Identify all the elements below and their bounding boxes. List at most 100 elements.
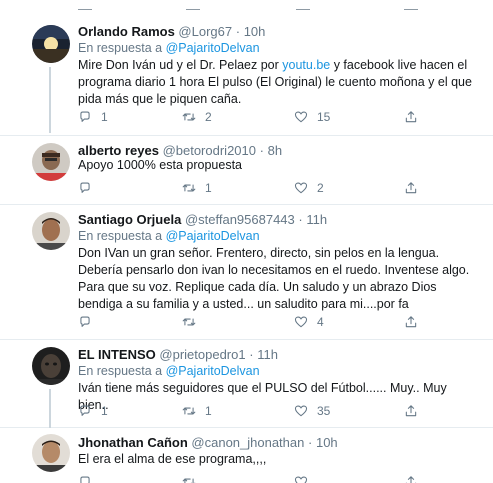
like-count: 15: [317, 110, 331, 124]
reply-count: 1: [101, 110, 108, 124]
like-count: 2: [317, 181, 324, 195]
reply-prefix: En respuesta a: [78, 41, 163, 55]
reply-button[interactable]: 1: [78, 109, 108, 125]
tweet-header: Orlando Ramos @Lorg67 · 10h: [78, 24, 265, 40]
tweet-actions: 1 2: [78, 180, 478, 196]
reply-button[interactable]: 1: [78, 403, 108, 419]
tweet[interactable]: Orlando Ramos @Lorg67 · 10h En respuesta…: [0, 15, 493, 136]
reply-count: 1: [101, 404, 108, 418]
share-button[interactable]: [404, 314, 418, 330]
share-button[interactable]: [404, 109, 418, 125]
timestamp[interactable]: 10h: [316, 435, 338, 450]
avatar[interactable]: [32, 25, 70, 63]
tweet-actions: 4: [78, 314, 478, 330]
reply-icon: [80, 405, 90, 416]
heart-icon[interactable]: [296, 0, 310, 10]
heart-icon: [294, 111, 308, 123]
tweet-actions: [78, 474, 478, 483]
separator-dot: ·: [259, 143, 264, 158]
share-icon: [405, 405, 417, 417]
separator-dot: ·: [235, 24, 241, 39]
retweet-button[interactable]: [182, 474, 205, 483]
mention-link[interactable]: @PajaritoDelvan: [166, 41, 260, 55]
thread-line: [49, 389, 51, 428]
reply-icon: [80, 316, 90, 327]
mention-link[interactable]: @PajaritoDelvan: [166, 229, 260, 243]
share-icon[interactable]: [404, 0, 418, 10]
previous-tweet-actions: [0, 0, 493, 14]
share-button[interactable]: [404, 403, 418, 419]
like-button[interactable]: [294, 474, 317, 483]
user-handle[interactable]: @steffan95687443: [185, 212, 295, 227]
display-name[interactable]: Orlando Ramos: [78, 24, 175, 39]
reply-button[interactable]: [78, 474, 101, 483]
timestamp[interactable]: 11h: [306, 212, 327, 227]
heart-icon: [294, 316, 308, 328]
display-name[interactable]: Jhonathan Cañon: [78, 435, 188, 450]
share-icon: [405, 182, 417, 194]
like-button[interactable]: 4: [294, 314, 324, 330]
avatar[interactable]: [32, 212, 70, 250]
timestamp[interactable]: 11h: [257, 347, 278, 362]
reply-prefix: En respuesta a: [78, 229, 163, 243]
url-link[interactable]: youtu.be: [282, 58, 330, 72]
tweet[interactable]: alberto reyes @betorodri2010 · 8h Apoyo …: [0, 136, 493, 205]
share-icon: [405, 476, 417, 483]
user-handle[interactable]: @prietopedro1: [159, 347, 245, 362]
tweet-text: El era el alma de ese programa,,,,: [78, 452, 267, 466]
share-button[interactable]: [404, 474, 418, 483]
timestamp[interactable]: 8h: [268, 143, 282, 158]
share-icon: [405, 316, 417, 328]
like-button[interactable]: 15: [294, 109, 330, 125]
share-button[interactable]: [404, 180, 418, 196]
retweet-icon: [182, 113, 196, 121]
separator-dot: ·: [308, 435, 313, 450]
reply-context: En respuesta a @PajaritoDelvan: [78, 229, 260, 244]
tweet-actions: 1 1 35: [78, 403, 478, 419]
heart-icon: [294, 476, 308, 483]
display-name[interactable]: Santiago Orjuela: [78, 212, 181, 227]
like-count: 4: [317, 315, 324, 329]
share-icon: [405, 111, 417, 123]
retweet-icon[interactable]: [186, 0, 200, 10]
tweet[interactable]: EL INTENSO @prietopedro1 · 11h En respue…: [0, 340, 493, 428]
like-button[interactable]: 2: [294, 180, 324, 196]
mention-link[interactable]: @PajaritoDelvan: [166, 364, 260, 378]
reply-icon: [80, 476, 90, 483]
user-handle[interactable]: @betorodri2010: [163, 143, 256, 158]
reply-button[interactable]: [78, 314, 101, 330]
tweet-actions: 1 2 15: [78, 109, 478, 125]
timestamp[interactable]: 10h: [244, 24, 266, 39]
user-handle[interactable]: @canon_jhonathan: [191, 435, 304, 450]
reply-button[interactable]: [78, 180, 101, 196]
heart-icon: [294, 182, 308, 194]
reply-prefix: En respuesta a: [78, 364, 163, 378]
reply-icon[interactable]: [78, 0, 92, 10]
avatar[interactable]: [32, 434, 70, 472]
retweet-count: 2: [205, 110, 212, 124]
display-name[interactable]: EL INTENSO: [78, 347, 156, 362]
retweet-icon: [182, 478, 196, 483]
tweet[interactable]: Jhonathan Cañon @canon_jhonathan · 10h E…: [0, 428, 493, 483]
retweet-icon: [182, 407, 196, 415]
user-handle[interactable]: @Lorg67: [178, 24, 232, 39]
heart-icon: [294, 405, 308, 417]
retweet-button[interactable]: 1: [182, 403, 212, 419]
like-button[interactable]: 35: [294, 403, 330, 419]
tweet-text: Don IVan un gran señor. Frentero, direct…: [78, 246, 470, 311]
tweet[interactable]: Santiago Orjuela @steffan95687443 · 11h …: [0, 205, 493, 340]
retweet-button[interactable]: 2: [182, 109, 212, 125]
like-count: 35: [317, 404, 331, 418]
retweet-button[interactable]: 1: [182, 180, 212, 196]
retweet-icon: [182, 184, 196, 192]
separator-dot: ·: [298, 212, 303, 227]
separator-dot: ·: [249, 347, 254, 362]
avatar[interactable]: [32, 143, 70, 181]
reply-context: En respuesta a @PajaritoDelvan: [78, 41, 260, 56]
display-name[interactable]: alberto reyes: [78, 143, 159, 158]
avatar[interactable]: [32, 347, 70, 385]
reply-context: En respuesta a @PajaritoDelvan: [78, 364, 260, 379]
retweet-count: 1: [205, 404, 212, 418]
retweet-button[interactable]: [182, 314, 205, 330]
tweet-header: Jhonathan Cañon @canon_jhonathan · 10h: [78, 435, 338, 451]
